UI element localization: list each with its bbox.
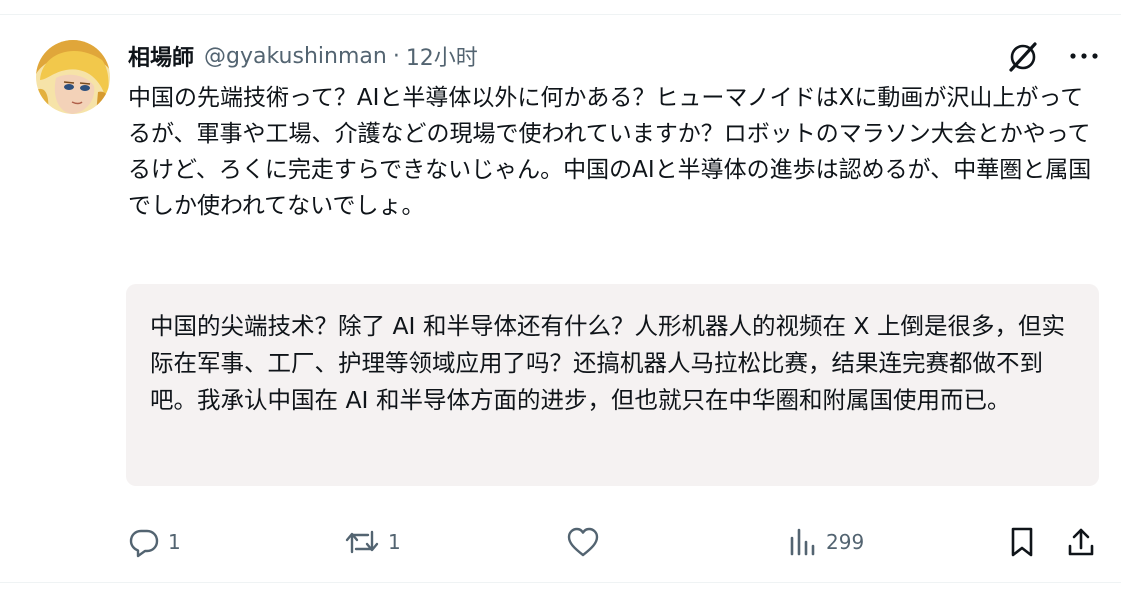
repost-button[interactable]: 1 [344,522,401,562]
views-bar-chart-icon [790,528,815,556]
heart-icon [567,527,599,557]
views-count: 299 [826,530,865,554]
bookmark-icon [1011,527,1033,557]
reply-bubble-icon [129,529,159,558]
grok-slash-icon[interactable] [1007,40,1039,72]
timestamp[interactable]: 12小时 [406,40,478,72]
repost-count: 1 [388,530,401,554]
bottom-divider [0,582,1121,583]
bookmark-button[interactable] [1008,522,1036,562]
reply-button[interactable]: 1 [128,522,181,562]
more-dots-icon[interactable] [1069,51,1099,61]
user-handle[interactable]: @gyakushinman [204,44,387,69]
translation-text: 中国的尖端技术？除了 AI 和半导体还有什么？人形机器人的视频在 X 上倒是很多… [150,312,1065,414]
display-name[interactable]: 相場師 [128,40,194,72]
avatar[interactable] [36,40,110,114]
reply-count: 1 [168,530,181,554]
avatar-image [36,40,110,114]
views-button[interactable]: 299 [788,522,864,562]
repost-arrows-icon [345,530,379,554]
tweet-header: 相場師 @gyakushinman · 12小时 [128,38,478,74]
action-bar: 1 1 299 [0,522,1121,562]
tweet-page: 相場師 @gyakushinman · 12小时 中国の先端技術って？AIと半導… [0,0,1121,589]
header-actions [1007,40,1099,72]
post-text: 中国の先端技術って？AIと半導体以外に何かある？ヒューマノイドはXに動画が沢山上… [128,85,1092,219]
translation-box: 中国的尖端技术？除了 AI 和半导体还有什么？人形机器人的视频在 X 上倒是很多… [126,284,1099,486]
share-button[interactable] [1066,522,1096,562]
like-button[interactable] [566,522,600,562]
separator-dot: · [392,43,400,69]
share-upload-icon [1068,528,1094,556]
top-divider [0,14,1121,15]
